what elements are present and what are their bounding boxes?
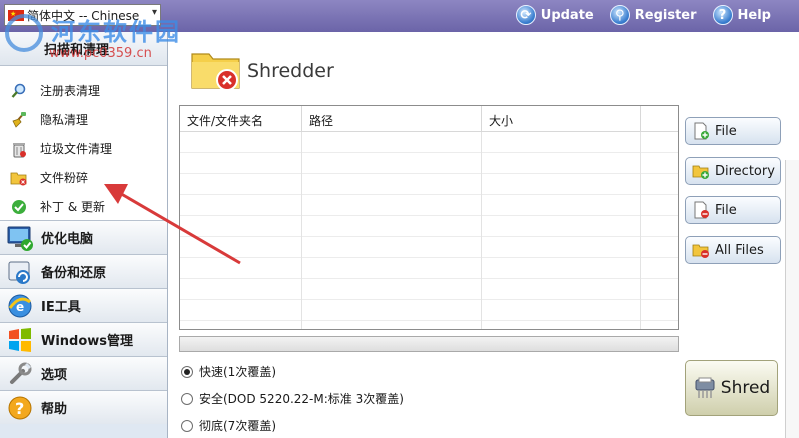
register-label: Register [634, 7, 697, 23]
top-bar: 简体中文 -- Chinese ▾ ⟳ Update ⚲ Register ? … [0, 0, 799, 32]
sidebar-item-label: 隐私清理 [40, 113, 89, 127]
radio-button[interactable] [181, 392, 193, 405]
sidebar-section-help[interactable]: ? 帮助 [0, 390, 167, 424]
main-panel: Shredder 文件/文件夹名 路径 大小 快速(1次覆盖) 安全(DOD 5… [169, 32, 799, 438]
ie-icon: e [5, 291, 35, 321]
magnifier-icon [10, 82, 28, 100]
add-directory-label: Directory [715, 163, 775, 179]
sidebar-section-label: IE工具 [41, 300, 81, 315]
sidebar-item-junk-files[interactable]: 垃圾文件清理 [0, 134, 167, 163]
page-title: Shredder [247, 60, 334, 82]
shredder-icon [695, 377, 715, 398]
sidebar: 扫描和清理 注册表清理 隐私清理 垃圾文件清理 文件粉碎 补丁 & 更新 优化电… [0, 32, 168, 438]
column-header-size[interactable]: 大小 [482, 106, 641, 131]
sidebar-section-label: Windows管理 [41, 334, 134, 349]
option-label: 彻底(7次覆盖) [199, 419, 276, 433]
register-button[interactable]: ⚲ Register [609, 5, 697, 25]
option-secure[interactable]: 安全(DOD 5220.22-M:标准 3次覆盖) [181, 385, 404, 412]
column-divider [640, 132, 641, 329]
sidebar-item-label: 垃圾文件清理 [40, 142, 113, 156]
option-label: 快速(1次覆盖) [199, 365, 276, 379]
add-file-icon [694, 122, 709, 140]
sidebar-item-label: 补丁 & 更新 [40, 200, 105, 214]
sidebar-section-label: 帮助 [41, 402, 68, 417]
table-header: 文件/文件夹名 路径 大小 [180, 106, 678, 132]
language-select[interactable]: 简体中文 -- Chinese ▾ [4, 4, 161, 26]
sidebar-item-privacy[interactable]: 隐私清理 [0, 105, 167, 134]
backup-icon [5, 257, 35, 287]
radio-button[interactable] [181, 365, 193, 378]
add-file-label: File [715, 123, 737, 139]
china-flag-icon [8, 9, 24, 21]
radio-button[interactable] [181, 419, 193, 432]
windows-icon [5, 325, 35, 355]
broom-icon [10, 111, 28, 129]
help-label: Help [737, 7, 771, 23]
sidebar-section-label: 扫描和清理 [44, 43, 110, 58]
sidebar-section-label: 优化电脑 [41, 232, 94, 247]
sidebar-item-file-shredder[interactable]: 文件粉碎 [0, 163, 167, 192]
patch-update-icon [10, 198, 28, 216]
svg-text:?: ? [15, 399, 24, 418]
shredder-folder-icon [191, 53, 240, 91]
update-label: Update [540, 7, 594, 23]
shred-progress-bar [179, 336, 679, 352]
add-file-button[interactable]: File [685, 117, 781, 145]
add-directory-button[interactable]: Directory [685, 157, 781, 185]
wrench-icon [5, 359, 35, 389]
sidebar-section-backup[interactable]: 备份和还原 [0, 254, 167, 288]
sidebar-item-label: 注册表清理 [40, 84, 101, 98]
sidebar-section-options[interactable]: 选项 [0, 356, 167, 390]
help-button[interactable]: ? Help [712, 5, 771, 25]
refresh-icon: ⟳ [515, 5, 536, 25]
language-selected-label: 简体中文 -- Chinese [27, 8, 140, 23]
sidebar-section-scan-clean[interactable]: 扫描和清理 [0, 32, 167, 66]
option-thorough[interactable]: 彻底(7次覆盖) [181, 412, 404, 438]
background-window-edge [785, 160, 799, 438]
remove-all-files-button[interactable]: All Files [685, 236, 781, 264]
file-list-table[interactable]: 文件/文件夹名 路径 大小 [179, 105, 679, 330]
shredder-folder-icon [10, 169, 28, 187]
option-quick[interactable]: 快速(1次覆盖) [181, 358, 404, 385]
sidebar-item-patch-update[interactable]: 补丁 & 更新 [0, 192, 167, 221]
remove-all-icon [692, 244, 709, 258]
column-header-path[interactable]: 路径 [302, 106, 482, 131]
sidebar-section-ie-tools[interactable]: e IE工具 [0, 288, 167, 322]
shred-label: Shred [720, 378, 771, 398]
update-button[interactable]: ⟳ Update [515, 5, 594, 25]
column-divider [301, 132, 302, 329]
shred-button[interactable]: Shred [685, 360, 778, 416]
key-search-icon: ⚲ [609, 5, 630, 25]
sidebar-section-windows-manage[interactable]: Windows管理 [0, 322, 167, 356]
question-icon: ? [712, 5, 733, 25]
sidebar-sub-list: 注册表清理 隐私清理 垃圾文件清理 文件粉碎 补丁 & 更新 [0, 66, 167, 220]
remove-file-button[interactable]: File [685, 196, 781, 224]
column-divider [481, 132, 482, 329]
add-folder-icon [692, 165, 709, 179]
monitor-icon [5, 223, 35, 253]
sidebar-item-label: 文件粉碎 [40, 171, 89, 185]
top-actions: ⟳ Update ⚲ Register ? Help [515, 5, 771, 25]
column-header-name[interactable]: 文件/文件夹名 [180, 106, 302, 131]
table-body [180, 132, 678, 329]
shred-method-options: 快速(1次覆盖) 安全(DOD 5220.22-M:标准 3次覆盖) 彻底(7次… [181, 358, 404, 438]
chevron-down-icon: ▾ [151, 7, 157, 18]
sidebar-item-registry[interactable]: 注册表清理 [0, 76, 167, 105]
sidebar-section-label: 选项 [41, 368, 68, 383]
svg-text:e: e [16, 300, 24, 314]
remove-file-label: File [715, 202, 737, 218]
sidebar-section-optimize[interactable]: 优化电脑 [0, 220, 167, 254]
option-label: 安全(DOD 5220.22-M:标准 3次覆盖) [199, 392, 404, 406]
help-icon: ? [5, 393, 35, 423]
remove-all-files-label: All Files [715, 242, 764, 258]
sidebar-section-label: 备份和还原 [41, 266, 107, 281]
trash-icon [10, 140, 28, 158]
remove-file-icon [694, 201, 709, 219]
